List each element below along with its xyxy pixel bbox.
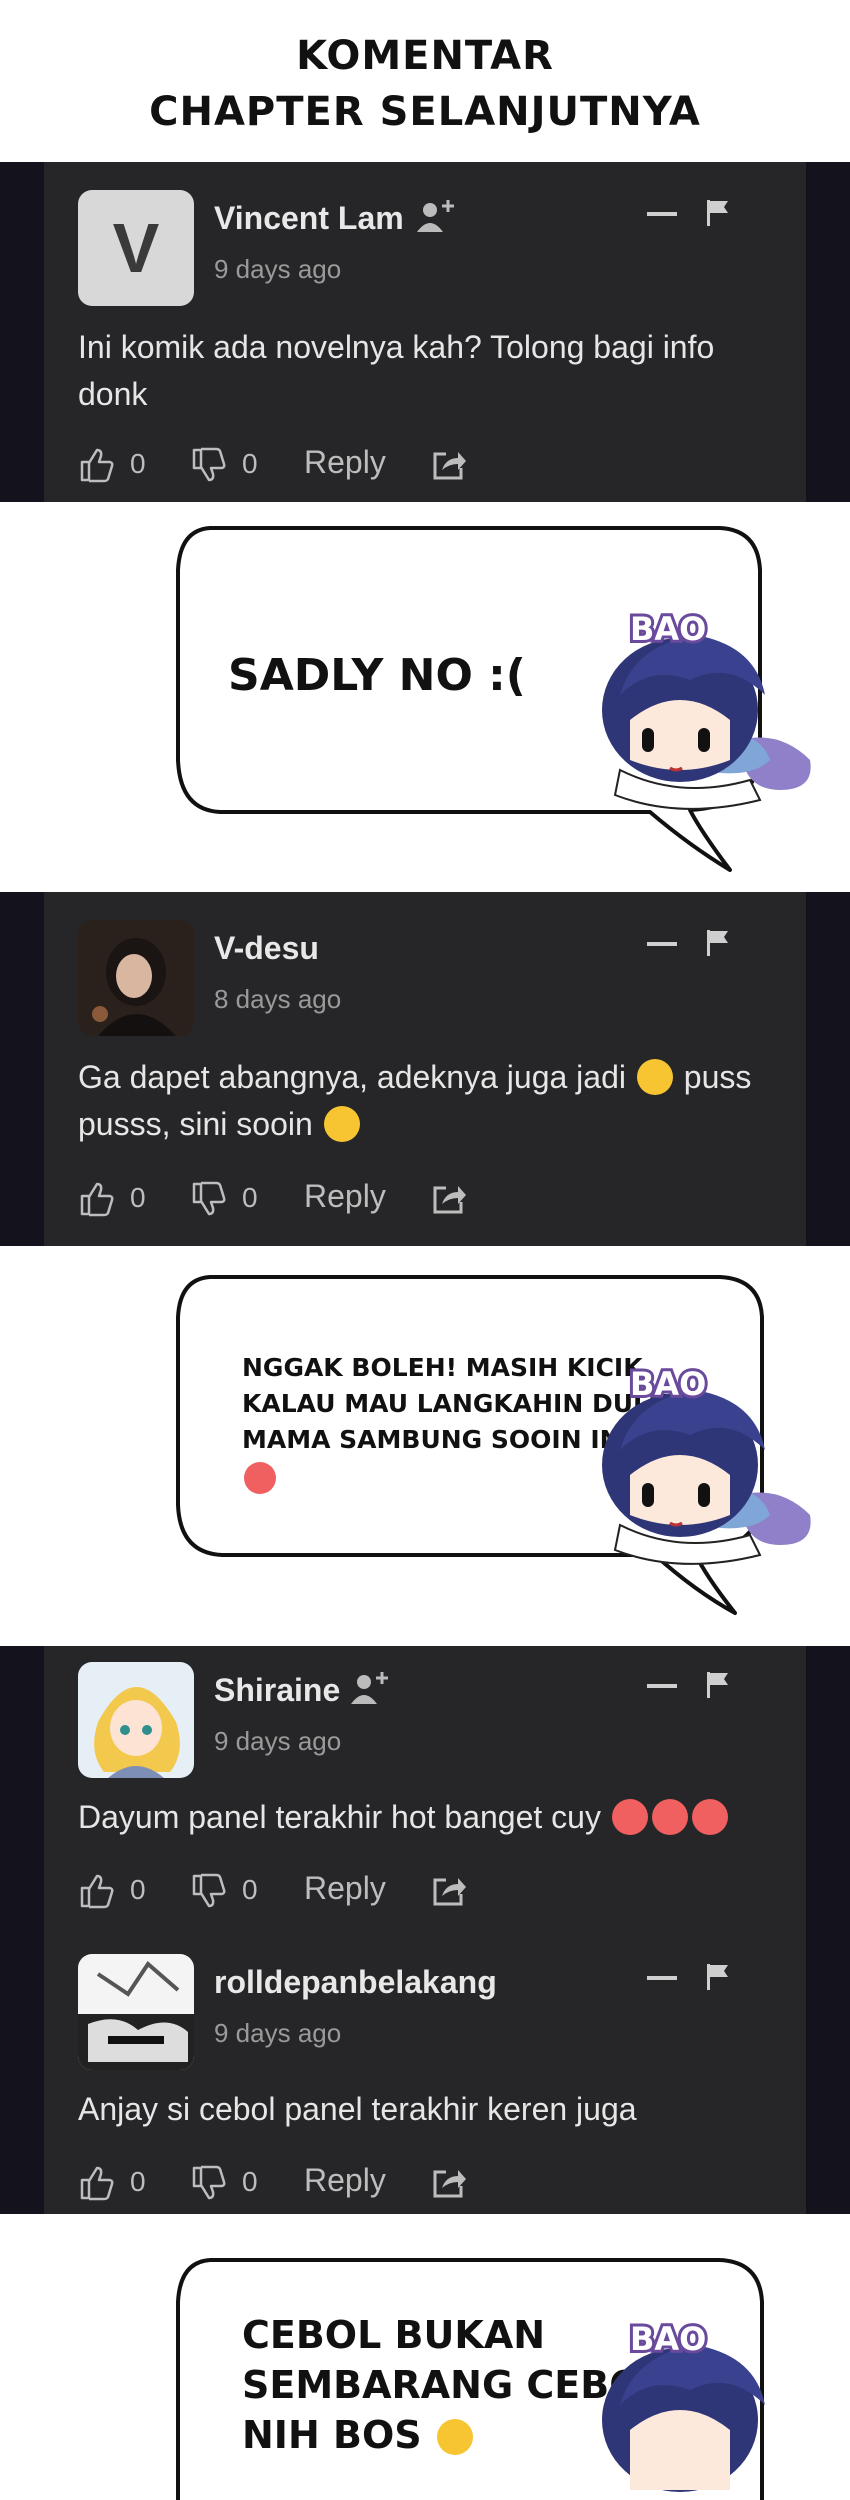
reply-button[interactable]: Reply [304,2162,386,2199]
comment-section-2: V-desu 8 days ago Ga dapet abangnya, ade… [0,892,850,1246]
comment-actions: 0 0 Reply [78,2158,768,2208]
comment-author[interactable]: Shiraine [214,1672,340,1709]
reply-button[interactable]: Reply [304,444,386,481]
like-count: 0 [130,448,146,479]
thumbs-up-icon[interactable] [78,2164,116,2202]
ogre-emoji [244,1462,276,1494]
chibi-character-illustration: BAO [602,2317,765,2492]
comment-text-part: pusss, sini sooin [78,1106,313,1142]
avatar[interactable]: V [78,190,194,306]
comment-section-1: V Vincent Lam 9 days ago Ini komik ada n… [0,162,850,502]
dislike-count: 0 [242,1874,258,1905]
comment-card: V Vincent Lam 9 days ago Ini komik ada n… [44,162,806,502]
bao-badge: BAO [630,610,706,648]
comment-text-line: pusss, sini sooin [78,1101,768,1148]
minus-icon[interactable] [647,1976,677,1980]
comment-thread: Shiraine 9 days ago Dayum panel terakhir… [44,1646,806,2214]
comment-text: Anjay si cebol panel terakhir keren juga [78,2091,637,2127]
like-count: 0 [130,1874,146,1905]
share-icon[interactable] [430,1872,468,1910]
minus-icon[interactable] [647,1684,677,1688]
comment-actions: 0 0 Reply [78,1866,768,1916]
flag-icon[interactable] [704,198,732,228]
bubble-text-part: NIH BOS [242,2413,422,2457]
comment-timestamp: 9 days ago [214,1726,342,1756]
flag-icon[interactable] [704,928,732,958]
hot-face-emoji [611,1799,648,1835]
chibi-character-illustration: BAO [602,607,811,810]
comment-text-line: donk [78,376,148,412]
like-count: 0 [130,1182,146,1213]
reply-button[interactable]: Reply [304,1870,386,1907]
smiling-face-with-hearts-emoji [323,1106,360,1142]
add-user-icon[interactable] [348,1668,392,1708]
bao-badge: BAO [630,2320,706,2358]
comment-timestamp: 9 days ago [214,254,342,284]
heading-line-1: KOMENTAR [296,33,554,79]
hot-face-emoji [651,1799,688,1835]
comment-text: Dayum panel terakhir hot banget cuy [78,1794,768,1841]
comment-text-part: Ga dapet abangnya, adeknya juga jadi [78,1059,626,1095]
share-icon[interactable] [430,2164,468,2202]
heading-line-2: CHAPTER SELANJUTNYA [149,89,701,135]
thumbs-up-icon[interactable] [78,1180,116,1218]
thumbs-up-icon[interactable] [78,446,116,484]
share-icon[interactable] [430,446,468,484]
comment-author[interactable]: V-desu [214,930,319,967]
comment-card: V-desu 8 days ago Ga dapet abangnya, ade… [44,892,806,1246]
thumbs-down-icon[interactable] [190,2164,228,2202]
add-user-icon[interactable] [414,196,458,236]
comment-timestamp: 8 days ago [214,984,342,1014]
bubble-text: SADLY NO :( [228,650,526,701]
comment-actions: 0 0 Reply [78,440,768,490]
page-heading: KOMENTAR CHAPTER SELANJUTNYA [0,28,850,140]
like-count: 0 [130,2166,146,2197]
reply-button[interactable]: Reply [304,1178,386,1215]
share-icon[interactable] [430,1180,468,1218]
sunglasses-emoji [436,2419,473,2455]
comment-text: Ga dapet abangnya, adeknya juga jadi pus… [78,1054,768,1148]
comment-text: Ini komik ada novelnya kah? Tolong bagi … [78,324,768,418]
comment-text-part: puss [683,1059,752,1095]
comment-section-3: Shiraine 9 days ago Dayum panel terakhir… [0,1646,850,2214]
flag-icon[interactable] [704,1670,732,1700]
thumbs-down-icon[interactable] [190,1872,228,1910]
dislike-count: 0 [242,1182,258,1213]
avatar[interactable] [78,1954,194,2070]
yum-face-emoji [636,1059,673,1095]
bao-badge: BAO [630,1365,706,1403]
chibi-character-illustration: BAO [602,1362,811,1565]
dislike-count: 0 [242,448,258,479]
comment-author[interactable]: rolldepanbelakang [214,1964,497,2001]
avatar[interactable] [78,1662,194,1778]
comment-author[interactable]: Vincent Lam [214,200,404,237]
thumbs-down-icon[interactable] [190,446,228,484]
hot-face-emoji [691,1799,728,1835]
comment-text-part: Dayum panel terakhir hot banget cuy [78,1799,601,1835]
comment-timestamp: 9 days ago [214,2018,342,2048]
comment-text-line: Ini komik ada novelnya kah? Tolong bagi … [78,329,715,365]
dislike-count: 0 [242,2166,258,2197]
comment-actions: 0 0 Reply [78,1174,768,1224]
minus-icon[interactable] [647,942,677,946]
minus-icon[interactable] [647,212,677,216]
comment-text-line: Ga dapet abangnya, adeknya juga jadi pus… [78,1054,768,1101]
avatar[interactable] [78,920,194,1036]
flag-icon[interactable] [704,1962,732,1992]
thumbs-down-icon[interactable] [190,1180,228,1218]
thumbs-up-icon[interactable] [78,1872,116,1910]
